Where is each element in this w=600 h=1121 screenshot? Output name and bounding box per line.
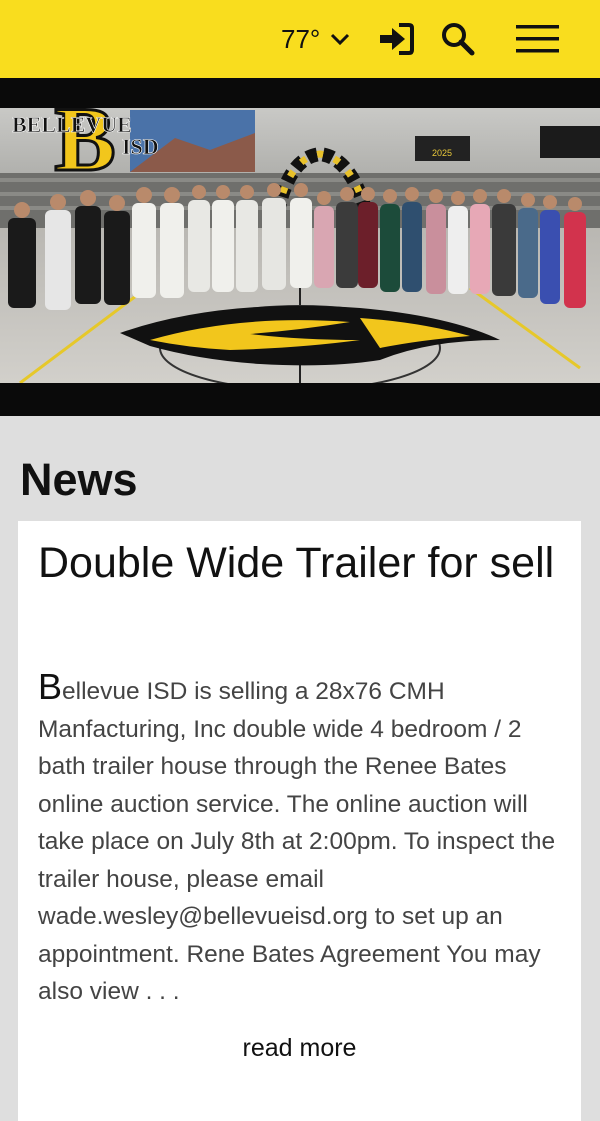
scoreboard-text: 2025 <box>432 148 452 158</box>
top-bar: 77° <box>0 0 600 78</box>
logo-line2: ISD <box>122 134 159 159</box>
search-icon[interactable] <box>440 21 476 57</box>
article-title[interactable]: Double Wide Trailer for sell <box>38 539 558 587</box>
news-article-card: Double Wide Trailer for sell Bellevue IS… <box>18 521 581 1121</box>
logo-line1: BELLEVUE <box>12 112 132 137</box>
sign-in-icon[interactable] <box>378 22 414 56</box>
chevron-down-icon <box>331 33 350 46</box>
article-body-text: ellevue ISD is selling a 28x76 CMH Manfa… <box>38 678 556 1005</box>
news-heading: News <box>20 454 138 505</box>
article-dropcap: B <box>38 666 63 707</box>
article-excerpt: Bellevue ISD is selling a 28x76 CMH Manf… <box>38 668 568 1011</box>
weather-temperature: 77° <box>281 23 321 54</box>
gym-group-photo: 2025 B BELLEVUE ISD <box>0 78 600 416</box>
logo-letter: B <box>54 88 115 190</box>
hero-image: 2025 B BELLEVUE ISD <box>0 78 600 416</box>
read-more-link[interactable]: read more <box>18 1034 581 1063</box>
menu-icon[interactable] <box>516 24 560 54</box>
weather-widget[interactable]: 77° <box>281 24 350 54</box>
